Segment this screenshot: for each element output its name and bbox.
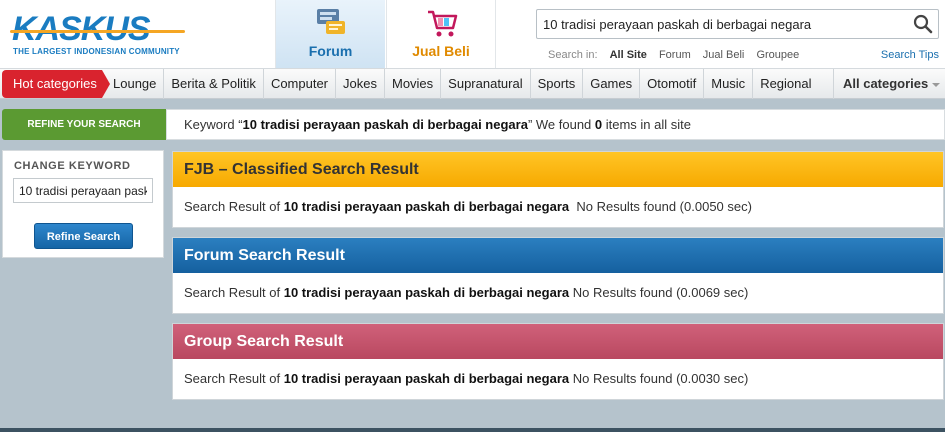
category-item-computer[interactable]: Computer [264,69,337,99]
category-item-regional[interactable]: Regional [753,69,818,99]
shopping-cart-icon [428,10,458,37]
category-bar: Hot categories Lounge Berita & Politik C… [0,68,945,99]
fjb-result-title: FJB – Classified Search Result [173,152,943,187]
footer-divider [0,428,945,432]
fjb-result-status: No Results found (0.0050 sec) [569,199,752,214]
fjb-result-keyword: 10 tradisi perayaan paskah di berbagai n… [283,199,570,214]
nav-forum-label: Forum [308,43,353,59]
change-keyword-label: CHANGE KEYWORD [14,160,131,172]
category-item-otomotif[interactable]: Otomotif [640,69,705,99]
search-scope-all-site[interactable]: All Site [610,49,647,61]
all-categories-dropdown[interactable]: All categories [833,69,945,99]
forum-result-title: Forum Search Result [173,238,943,273]
forum-result-keyword: 10 tradisi perayaan paskah di berbagai n… [283,285,570,300]
header: KASKUS THE LARGEST INDONESIAN COMMUNITY … [0,0,945,68]
category-item-movies[interactable]: Movies [385,69,442,99]
logo-swoosh [10,30,185,33]
hot-categories-button[interactable]: Hot categories [2,70,110,98]
category-item-berita-politik[interactable]: Berita & Politik [164,69,264,99]
keyword-prefix: Keyword “ [184,117,243,132]
forum-icon [317,9,345,34]
refine-search-button[interactable]: Refine Search [34,223,133,249]
search-icon[interactable] [912,13,934,35]
keyword-suffix: ” We found [527,117,595,132]
group-result-status: No Results found (0.0030 sec) [569,371,749,386]
search-scope-forum[interactable]: Forum [659,49,691,61]
fjb-result-prefix: Search Result of [184,199,284,214]
site-search [536,9,939,39]
search-in-label: Search in: [548,49,598,61]
all-categories-label: All categories [843,76,929,91]
category-item-lounge[interactable]: Lounge [106,69,165,99]
kaskus-logo[interactable]: KASKUS THE LARGEST INDONESIAN COMMUNITY [10,10,190,58]
category-item-games[interactable]: Games [583,69,641,99]
forum-result-prefix: Search Result of [184,285,284,300]
keyword-summary: Keyword “10 tradisi perayaan paskah di b… [166,109,945,140]
search-input[interactable] [537,10,907,38]
category-list: Lounge Berita & Politik Computer Jokes M… [106,69,819,99]
group-result-panel: Group Search Result Search Result of 10 … [172,323,944,400]
nav-jual-beli-label: Jual Beli [412,43,470,59]
fjb-result-panel: FJB – Classified Search Result Search Re… [172,151,944,228]
change-keyword-panel: CHANGE KEYWORD Refine Search [2,150,164,258]
search-scope-jual-beli[interactable]: Jual Beli [703,49,745,61]
forum-result-text: Search Result of 10 tradisi perayaan pas… [173,273,943,313]
keyword-input[interactable] [13,178,153,203]
category-item-jokes[interactable]: Jokes [336,69,385,99]
group-result-prefix: Search Result of [184,371,284,386]
fjb-result-text: Search Result of 10 tradisi perayaan pas… [173,187,943,227]
search-scope: Search in: All Site Forum Jual Beli Grou… [548,49,808,61]
search-scope-groupee[interactable]: Groupee [756,49,799,61]
category-item-supranatural[interactable]: Supranatural [441,69,531,99]
search-tips-link[interactable]: Search Tips [881,49,939,61]
nav-tab-jual-beli[interactable]: Jual Beli [386,0,496,68]
logo-tagline: THE LARGEST INDONESIAN COMMUNITY [13,47,180,56]
keyword-value: 10 tradisi perayaan paskah di berbagai n… [242,117,528,132]
forum-result-panel: Forum Search Result Search Result of 10 … [172,237,944,314]
category-item-sports[interactable]: Sports [531,69,584,99]
found-suffix: items in all site [602,117,692,132]
refine-your-search-tab[interactable]: REFINE YOUR SEARCH [2,109,166,140]
group-result-keyword: 10 tradisi perayaan paskah di berbagai n… [283,371,570,386]
nav-tab-forum[interactable]: Forum [275,0,385,68]
forum-result-status: No Results found (0.0069 sec) [569,285,749,300]
chevron-down-icon [932,82,941,87]
group-result-title: Group Search Result [173,324,943,359]
group-result-text: Search Result of 10 tradisi perayaan pas… [173,359,943,399]
category-item-music[interactable]: Music [704,69,754,99]
